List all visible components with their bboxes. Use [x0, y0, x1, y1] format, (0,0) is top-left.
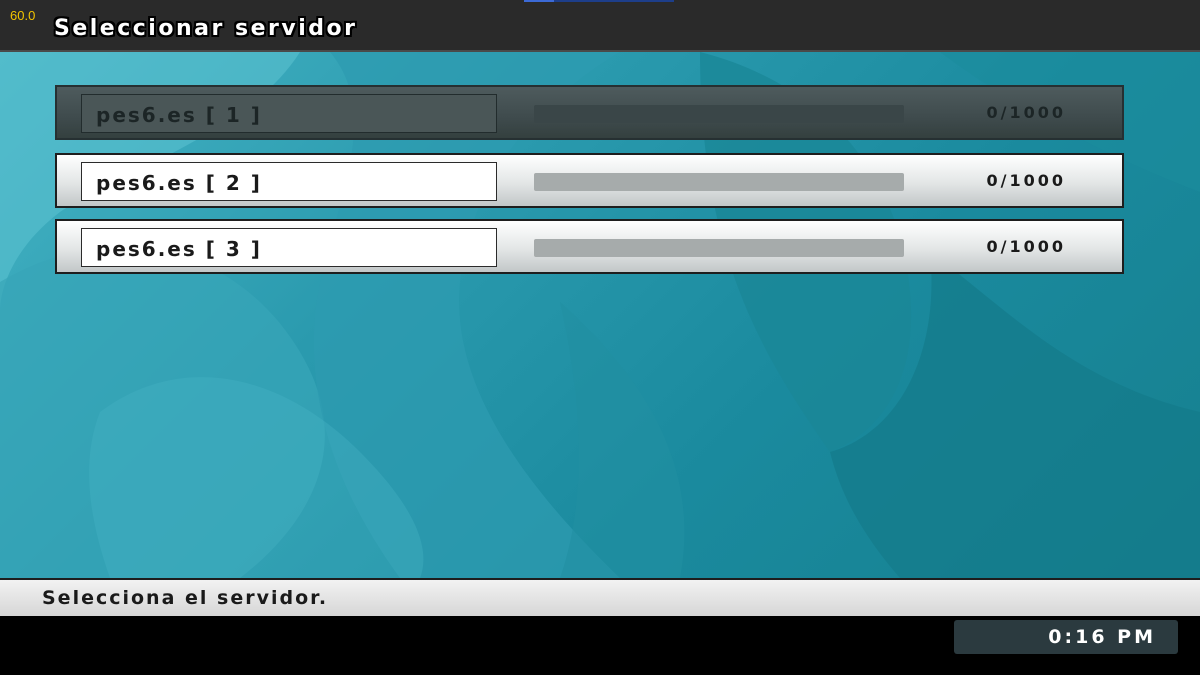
page-title: Seleccionar servidor [54, 16, 358, 41]
server-row-1[interactable]: pes6.es [ 1 ] 0/1000 [55, 85, 1124, 140]
server-name: pes6.es [ 3 ] [96, 237, 262, 261]
bottom-bar: 0:16 PM [0, 616, 1200, 675]
server-name: pes6.es [ 2 ] [96, 171, 262, 195]
status-hint: Selecciona el servidor. [42, 587, 329, 609]
server-name-box: pes6.es [ 2 ] [81, 162, 497, 201]
status-bar: Selecciona el servidor. [0, 578, 1200, 616]
server-player-count: 0/1000 [986, 171, 1066, 190]
server-load-bar [534, 105, 904, 123]
server-name: pes6.es [ 1 ] [96, 103, 262, 127]
clock-box: 0:16 PM [954, 620, 1178, 654]
server-load-bar [534, 173, 904, 191]
server-row-2[interactable]: pes6.es [ 2 ] 0/1000 [55, 153, 1124, 208]
server-player-count: 0/1000 [986, 103, 1066, 122]
clock: 0:16 PM [1048, 626, 1156, 648]
fps-counter: 60.0 [10, 8, 36, 23]
game-screen: 60.0 Seleccionar servidor pes6.es [ 1 ] … [0, 0, 1200, 675]
server-player-count: 0/1000 [986, 237, 1066, 256]
top-marker [524, 0, 674, 2]
server-name-box: pes6.es [ 3 ] [81, 228, 497, 267]
title-bar: 60.0 Seleccionar servidor [0, 0, 1200, 52]
server-name-box: pes6.es [ 1 ] [81, 94, 497, 133]
server-row-3[interactable]: pes6.es [ 3 ] 0/1000 [55, 219, 1124, 274]
server-load-bar [534, 239, 904, 257]
